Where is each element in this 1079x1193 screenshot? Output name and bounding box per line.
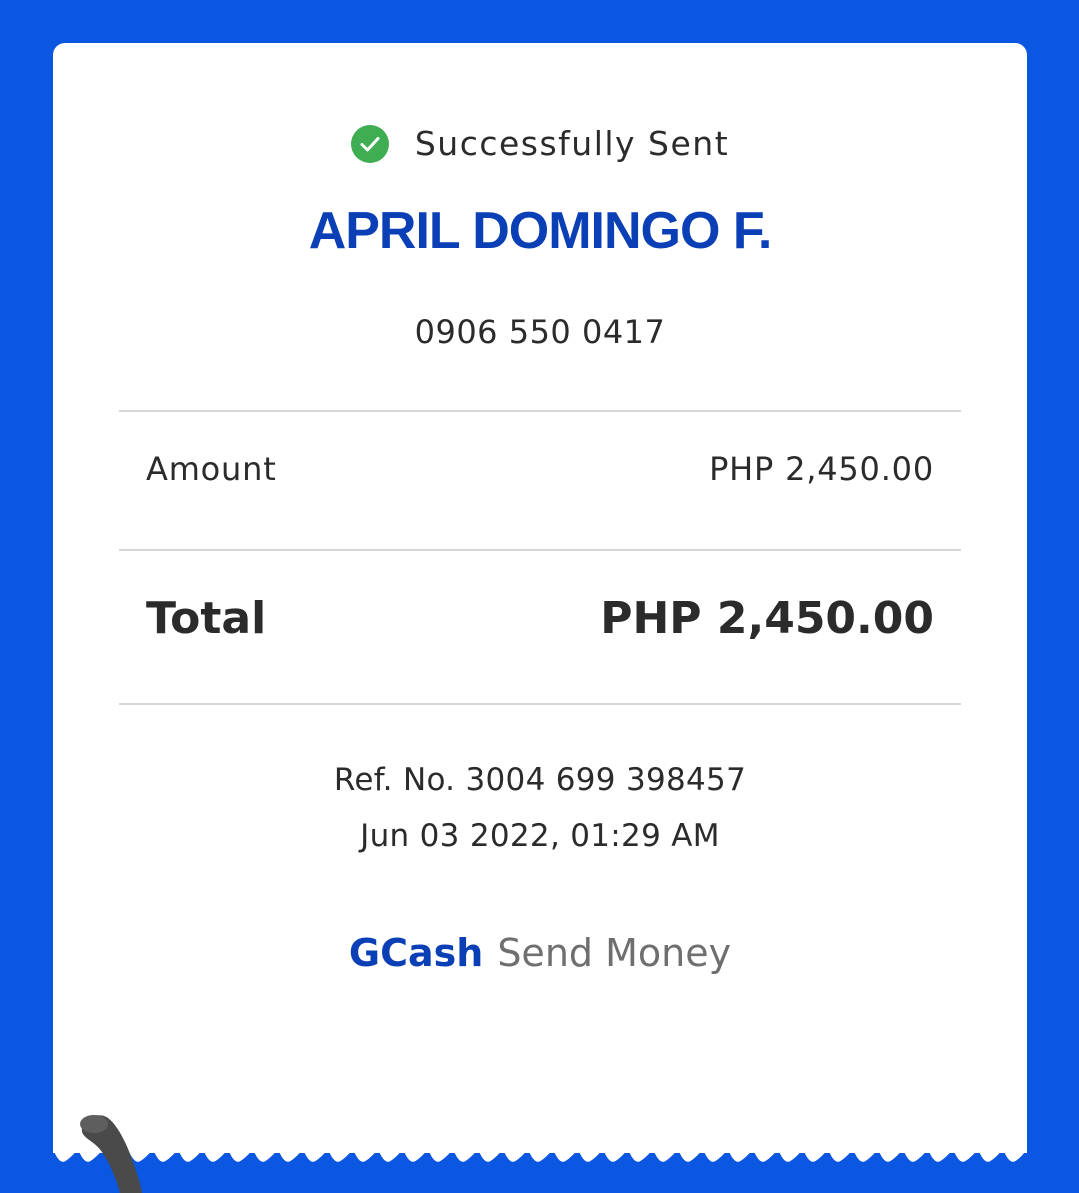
divider	[119, 410, 961, 412]
amount-value: PHP 2,450.00	[709, 450, 934, 488]
amount-row: Amount PHP 2,450.00	[146, 450, 934, 488]
receipt-card: Successfully Sent APRIL DOMINGO F. 0906 …	[53, 43, 1027, 1153]
check-circle-icon	[350, 124, 389, 163]
status-row: Successfully Sent	[53, 124, 1027, 163]
service-name: Send Money	[497, 931, 732, 975]
total-value: PHP 2,450.00	[600, 593, 934, 644]
recipient-number: 0906 550 0417	[414, 313, 666, 351]
footer-brand: GCash Send Money	[53, 931, 1027, 975]
total-label: Total	[146, 593, 267, 644]
amount-label: Amount	[146, 450, 277, 488]
gcash-brand: GCash	[348, 931, 484, 975]
pen-stroke-mark	[80, 1115, 142, 1193]
divider	[119, 703, 961, 705]
transaction-datetime: Jun 03 2022, 01:29 AM	[360, 818, 720, 854]
reference-number: Ref. No. 3004 699 398457	[333, 762, 747, 798]
status-text: Successfully Sent	[414, 124, 730, 163]
receipt-torn-edge	[53, 1137, 1027, 1162]
divider	[119, 549, 961, 551]
total-row: Total PHP 2,450.00	[146, 593, 934, 644]
recipient-name: APRIL DOMINGO F.	[308, 202, 773, 260]
